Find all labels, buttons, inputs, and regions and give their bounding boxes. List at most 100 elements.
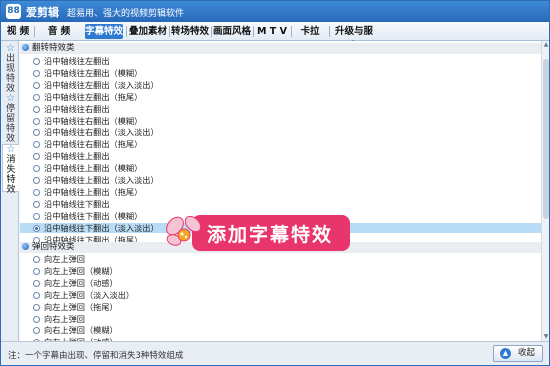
- effect-list-item[interactable]: 沿中轴线往左翻出（淡入淡出）: [20, 80, 541, 90]
- effect-list-item[interactable]: 向右上弹回: [20, 314, 541, 324]
- collapse-button[interactable]: ▲ 收起: [493, 345, 543, 362]
- radio-button-icon[interactable]: [33, 212, 40, 220]
- side-tab-label: 出现特效: [5, 54, 15, 94]
- effect-item-label: 向右上弹回: [44, 313, 85, 324]
- radio-button-icon[interactable]: [33, 165, 40, 173]
- tab-divider: [291, 26, 292, 37]
- radio-button-icon[interactable]: [33, 200, 40, 208]
- effect-list-item[interactable]: 沿中轴线往右翻出（模糊）: [20, 116, 541, 126]
- effect-item-label: 沿中轴线往右翻出: [44, 103, 110, 114]
- app-slogan: 超易用、强大的视频剪辑软件: [67, 9, 185, 19]
- effect-list-item[interactable]: 沿中轴线往左翻出（拖尾）: [20, 92, 541, 102]
- effect-item-label: 沿中轴线往上翻出（模糊）: [44, 163, 143, 174]
- radio-button-icon[interactable]: [33, 315, 40, 323]
- radio-button-icon[interactable]: [33, 141, 40, 149]
- scroll-down-icon[interactable]: ▼: [542, 333, 550, 341]
- effect-list-item[interactable]: 向左上弹回（拖尾）: [20, 302, 541, 312]
- effect-list-item[interactable]: 向左上弹回（淡入淡出）: [20, 290, 541, 300]
- tab-mtv[interactable]: M T V: [257, 24, 287, 39]
- effect-item-label: 沿中轴线往左翻出: [44, 56, 110, 66]
- side-tab-stay[interactable]: ☆ 停留特效: [2, 93, 19, 145]
- radio-button-icon[interactable]: [33, 279, 40, 287]
- star-icon: ☆: [6, 93, 15, 104]
- radio-button-icon[interactable]: [33, 327, 40, 335]
- footer-note: 注：一个字幕由出现、停留和消失3种特效组成: [8, 351, 184, 361]
- radio-button-icon[interactable]: [33, 117, 40, 125]
- effect-list-item[interactable]: 沿中轴线往右翻出（淡入淡出）: [20, 127, 541, 137]
- effect-list-item[interactable]: 沿中轴线往左翻出: [20, 56, 541, 66]
- scroll-up-icon[interactable]: ▲: [542, 41, 550, 49]
- effect-list-item[interactable]: 沿中轴线往右翻出: [20, 104, 541, 114]
- radio-button-icon[interactable]: [33, 267, 40, 275]
- effect-item-label: 沿中轴线往上翻出（拖尾）: [44, 186, 143, 197]
- radio-button-icon[interactable]: [33, 81, 40, 89]
- group-header-flip[interactable]: 翻转特效类: [20, 43, 541, 54]
- tab-audio[interactable]: 音 频: [39, 24, 79, 39]
- tip-banner: 添加字幕特效: [162, 209, 350, 255]
- scroll-thumb[interactable]: [543, 59, 549, 219]
- effect-list-item[interactable]: 沿中轴线往上翻出（拖尾）: [20, 187, 541, 197]
- radio-button-icon[interactable]: [33, 69, 40, 77]
- effect-item-label: 向左上弹回（动感）: [44, 277, 118, 288]
- effect-item-label: 沿中轴线往右翻出（淡入淡出）: [44, 127, 159, 138]
- radio-button-icon[interactable]: [33, 105, 40, 113]
- tab-upgrade[interactable]: 升级与服务: [331, 24, 377, 52]
- radio-button-icon[interactable]: [33, 153, 40, 161]
- effect-item-label: 沿中轴线往上翻出（淡入淡出）: [44, 175, 159, 185]
- tab-picture-style[interactable]: 画面风格: [213, 24, 251, 39]
- radio-button-icon[interactable]: [33, 224, 40, 232]
- app-window: 88 爱剪辑 超易用、强大的视频剪辑软件 视 频 音 频 字幕特效 叠加素材 转…: [0, 0, 550, 366]
- tab-divider: [34, 26, 35, 37]
- effect-list-item[interactable]: 向左上弹回（动感）: [20, 278, 541, 288]
- effect-item-label: 向左上弹回（拖尾）: [44, 301, 118, 312]
- star-icon: ☆: [6, 43, 15, 54]
- effect-type-sidebar: ☆ 出现特效 ☆ 停留特效 ☆ 消失特效: [1, 41, 19, 341]
- effect-item-label: 沿中轴线往左翻出（拖尾）: [44, 91, 143, 102]
- radio-button-icon[interactable]: [33, 129, 40, 137]
- effect-list-item[interactable]: 沿中轴线往右翻出（拖尾）: [20, 139, 541, 149]
- radio-button-icon[interactable]: [33, 291, 40, 299]
- group-label: 弹回特效类: [32, 242, 75, 252]
- radio-button-icon[interactable]: [33, 188, 40, 196]
- effect-item-label: 向左上弹回（淡入淡出）: [44, 289, 135, 300]
- tab-divider: [211, 26, 212, 37]
- effect-list-item[interactable]: 向右上弹回（模糊）: [20, 325, 541, 335]
- effect-item-label: 向左上弹回: [44, 254, 85, 264]
- radio-button-icon[interactable]: [33, 58, 40, 65]
- app-name: 爱剪辑: [26, 6, 59, 19]
- side-tab-disappear[interactable]: ☆ 消失特效: [2, 144, 19, 195]
- effect-item-label: 沿中轴线往左翻出（模糊）: [44, 67, 143, 78]
- collapse-label: 收起: [518, 348, 536, 358]
- effect-list-item[interactable]: 沿中轴线往左翻出（模糊）: [20, 68, 541, 78]
- effect-item-label: 沿中轴线往下翻出: [44, 198, 110, 209]
- effect-item-label: 沿中轴线往左翻出（淡入淡出）: [44, 79, 159, 90]
- tab-overlay[interactable]: 叠加素材: [129, 24, 167, 39]
- tab-subtitle-effects[interactable]: 字幕特效: [85, 24, 123, 39]
- bow-icon: [166, 215, 202, 246]
- footer-bar: 注：一个字幕由出现、停留和消失3种特效组成 ▲ 收起: [1, 341, 549, 365]
- radio-button-icon[interactable]: [33, 303, 40, 311]
- tab-divider: [126, 26, 127, 37]
- list-scrollbar[interactable]: ▲ ▼: [541, 41, 549, 341]
- group-bullet-icon: [22, 44, 29, 51]
- group-bullet-icon: [22, 243, 29, 250]
- tab-video[interactable]: 视 频: [5, 24, 31, 39]
- effect-list-item[interactable]: 向左上弹回: [20, 254, 541, 264]
- effect-list-item[interactable]: 沿中轴线往下翻出: [20, 199, 541, 209]
- radio-button-icon[interactable]: [33, 93, 40, 101]
- effect-item-label: 沿中轴线往上翻出: [44, 151, 110, 162]
- effect-list-item[interactable]: 沿中轴线往上翻出（模糊）: [20, 163, 541, 173]
- radio-button-icon[interactable]: [33, 177, 40, 184]
- tab-divider: [169, 26, 170, 37]
- effect-item-label: 沿中轴线往下翻出（淡入淡出）: [44, 222, 159, 233]
- side-tab-appear[interactable]: ☆ 出现特效: [2, 43, 19, 95]
- effect-list-item[interactable]: 向左上弹回（模糊）: [20, 266, 541, 276]
- effect-list-item[interactable]: 沿中轴线往上翻出（淡入淡出）: [20, 175, 541, 185]
- title-bar: 88 爱剪辑 超易用、强大的视频剪辑软件: [1, 1, 549, 22]
- tab-karaoke[interactable]: 卡拉OK: [294, 24, 326, 52]
- tab-transitions[interactable]: 转场特效: [171, 24, 209, 39]
- effect-list-item[interactable]: 沿中轴线往上翻出: [20, 151, 541, 161]
- app-logo-icon: 88: [6, 4, 21, 19]
- group-label: 翻转特效类: [32, 43, 75, 53]
- radio-button-icon[interactable]: [33, 256, 40, 263]
